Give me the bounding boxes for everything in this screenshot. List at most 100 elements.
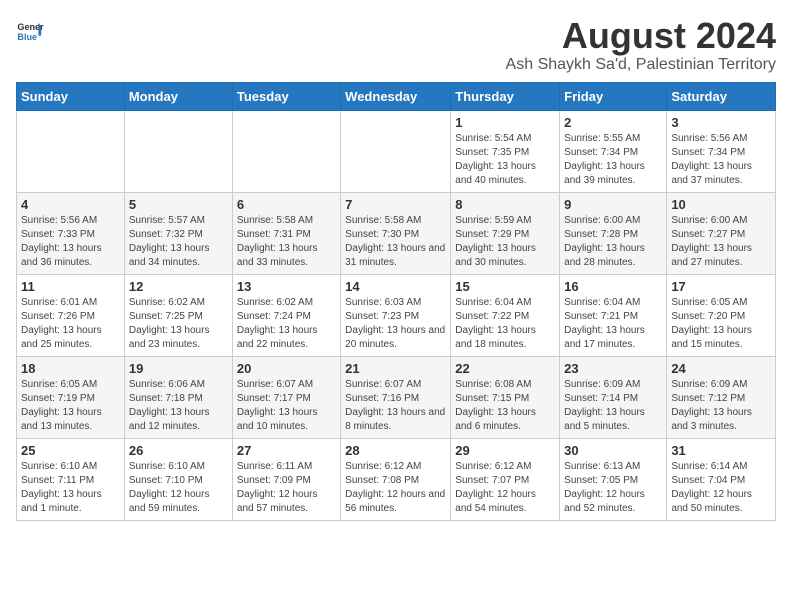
day-info: Sunrise: 5:56 AMSunset: 7:34 PMDaylight:… xyxy=(671,132,771,188)
subtitle: Ash Shaykh Sa'd, Palestinian Territory xyxy=(506,56,776,74)
day-info: Sunrise: 5:55 AMSunset: 7:34 PMDaylight:… xyxy=(564,132,662,188)
calendar-cell: 30 Sunrise: 6:13 AMSunset: 7:05 PMDayligh… xyxy=(560,438,667,520)
day-info: Sunrise: 5:58 AMSunset: 7:30 PMDaylight:… xyxy=(345,214,446,270)
day-number: 12 xyxy=(129,279,228,294)
day-info: Sunrise: 6:07 AMSunset: 7:16 PMDaylight:… xyxy=(345,378,446,434)
calendar-cell: 20 Sunrise: 6:07 AMSunset: 7:17 PMDayligh… xyxy=(232,356,340,438)
day-number: 25 xyxy=(21,443,120,458)
calendar-cell: 10 Sunrise: 6:00 AMSunset: 7:27 PMDayligh… xyxy=(667,192,776,274)
calendar-cell: 4Sunrise: 5:56 AMSunset: 7:33 PMDaylight… xyxy=(17,192,125,274)
day-info: Sunrise: 6:04 AMSunset: 7:22 PMDaylight:… xyxy=(455,296,555,352)
day-info: Sunrise: 6:01 AMSunset: 7:26 PMDaylight:… xyxy=(21,296,120,352)
day-info: Sunrise: 5:58 AMSunset: 7:31 PMDaylight:… xyxy=(237,214,336,270)
day-info: Sunrise: 6:00 AMSunset: 7:27 PMDaylight:… xyxy=(671,214,771,270)
day-info: Sunrise: 6:03 AMSunset: 7:23 PMDaylight:… xyxy=(345,296,446,352)
calendar-cell: 17 Sunrise: 6:05 AMSunset: 7:20 PMDayligh… xyxy=(667,274,776,356)
day-number: 23 xyxy=(564,361,662,376)
calendar-cell xyxy=(341,110,451,192)
calendar-cell: 8Sunrise: 5:59 AMSunset: 7:29 PMDaylight… xyxy=(451,192,560,274)
weekday-header: Wednesday xyxy=(341,82,451,110)
calendar-cell: 11 Sunrise: 6:01 AMSunset: 7:26 PMDayligh… xyxy=(17,274,125,356)
calendar-cell: 23 Sunrise: 6:09 AMSunset: 7:14 PMDayligh… xyxy=(560,356,667,438)
calendar-cell: 16Sunrise: 6:04 AMSunset: 7:21 PMDayligh… xyxy=(560,274,667,356)
weekday-header: Friday xyxy=(560,82,667,110)
svg-text:Blue: Blue xyxy=(17,32,37,42)
day-number: 15 xyxy=(455,279,555,294)
calendar-cell: 3 Sunrise: 5:56 AMSunset: 7:34 PMDaylight… xyxy=(667,110,776,192)
day-number: 28 xyxy=(345,443,446,458)
day-number: 27 xyxy=(237,443,336,458)
calendar-cell: 7Sunrise: 5:58 AMSunset: 7:30 PMDaylight… xyxy=(341,192,451,274)
day-info: Sunrise: 5:56 AMSunset: 7:33 PMDaylight:… xyxy=(21,214,120,270)
calendar-cell: 28 Sunrise: 6:12 AMSunset: 7:08 PMDayligh… xyxy=(341,438,451,520)
day-info: Sunrise: 6:13 AMSunset: 7:05 PMDaylight:… xyxy=(564,460,662,516)
day-number: 6 xyxy=(237,197,336,212)
calendar-cell: 5 Sunrise: 5:57 AMSunset: 7:32 PMDaylight… xyxy=(124,192,232,274)
day-number: 10 xyxy=(671,197,771,212)
weekday-header: Thursday xyxy=(451,82,560,110)
day-info: Sunrise: 5:54 AMSunset: 7:35 PMDaylight:… xyxy=(455,132,555,188)
day-info: Sunrise: 6:12 AMSunset: 7:08 PMDaylight:… xyxy=(345,460,446,516)
calendar-cell xyxy=(232,110,340,192)
calendar-cell: 12 Sunrise: 6:02 AMSunset: 7:25 PMDayligh… xyxy=(124,274,232,356)
day-number: 22 xyxy=(455,361,555,376)
calendar-cell: 26 Sunrise: 6:10 AMSunset: 7:10 PMDayligh… xyxy=(124,438,232,520)
calendar-table: SundayMondayTuesdayWednesdayThursdayFrid… xyxy=(16,82,776,521)
calendar-week-row: 18 Sunrise: 6:05 AMSunset: 7:19 PMDayligh… xyxy=(17,356,776,438)
day-number: 2 xyxy=(564,115,662,130)
calendar-week-row: 4Sunrise: 5:56 AMSunset: 7:33 PMDaylight… xyxy=(17,192,776,274)
day-info: Sunrise: 6:00 AMSunset: 7:28 PMDaylight:… xyxy=(564,214,662,270)
day-number: 11 xyxy=(21,279,120,294)
day-info: Sunrise: 6:09 AMSunset: 7:14 PMDaylight:… xyxy=(564,378,662,434)
calendar-cell: 1 Sunrise: 5:54 AMSunset: 7:35 PMDaylight… xyxy=(451,110,560,192)
main-title: August 2024 xyxy=(506,16,776,56)
day-info: Sunrise: 6:11 AMSunset: 7:09 PMDaylight:… xyxy=(237,460,336,516)
day-number: 24 xyxy=(671,361,771,376)
day-number: 14 xyxy=(345,279,446,294)
calendar-cell: 15 Sunrise: 6:04 AMSunset: 7:22 PMDayligh… xyxy=(451,274,560,356)
day-number: 29 xyxy=(455,443,555,458)
weekday-header: Saturday xyxy=(667,82,776,110)
day-info: Sunrise: 5:57 AMSunset: 7:32 PMDaylight:… xyxy=(129,214,228,270)
day-number: 17 xyxy=(671,279,771,294)
calendar-cell: 21Sunrise: 6:07 AMSunset: 7:16 PMDayligh… xyxy=(341,356,451,438)
day-info: Sunrise: 6:02 AMSunset: 7:25 PMDaylight:… xyxy=(129,296,228,352)
calendar-cell xyxy=(17,110,125,192)
day-number: 20 xyxy=(237,361,336,376)
calendar-cell: 22 Sunrise: 6:08 AMSunset: 7:15 PMDayligh… xyxy=(451,356,560,438)
day-info: Sunrise: 6:04 AMSunset: 7:21 PMDaylight:… xyxy=(564,296,662,352)
day-number: 13 xyxy=(237,279,336,294)
calendar-cell: 27 Sunrise: 6:11 AMSunset: 7:09 PMDayligh… xyxy=(232,438,340,520)
weekday-header: Sunday xyxy=(17,82,125,110)
day-number: 8 xyxy=(455,197,555,212)
title-area: August 2024 Ash Shaykh Sa'd, Palestinian… xyxy=(506,16,776,74)
logo-icon: General Blue xyxy=(16,16,44,44)
calendar-cell: 29 Sunrise: 6:12 AMSunset: 7:07 PMDayligh… xyxy=(451,438,560,520)
day-number: 9 xyxy=(564,197,662,212)
calendar-cell: 25 Sunrise: 6:10 AMSunset: 7:11 PMDayligh… xyxy=(17,438,125,520)
day-number: 30 xyxy=(564,443,662,458)
logo: General Blue xyxy=(16,16,44,44)
day-info: Sunrise: 6:02 AMSunset: 7:24 PMDaylight:… xyxy=(237,296,336,352)
day-number: 1 xyxy=(455,115,555,130)
day-number: 3 xyxy=(671,115,771,130)
day-info: Sunrise: 6:06 AMSunset: 7:18 PMDaylight:… xyxy=(129,378,228,434)
day-info: Sunrise: 6:08 AMSunset: 7:15 PMDaylight:… xyxy=(455,378,555,434)
calendar-cell: 19Sunrise: 6:06 AMSunset: 7:18 PMDayligh… xyxy=(124,356,232,438)
calendar-cell: 9 Sunrise: 6:00 AMSunset: 7:28 PMDaylight… xyxy=(560,192,667,274)
day-info: Sunrise: 6:05 AMSunset: 7:19 PMDaylight:… xyxy=(21,378,120,434)
day-info: Sunrise: 6:10 AMSunset: 7:10 PMDaylight:… xyxy=(129,460,228,516)
day-info: Sunrise: 6:05 AMSunset: 7:20 PMDaylight:… xyxy=(671,296,771,352)
day-number: 18 xyxy=(21,361,120,376)
calendar-cell: 18 Sunrise: 6:05 AMSunset: 7:19 PMDayligh… xyxy=(17,356,125,438)
day-info: Sunrise: 6:10 AMSunset: 7:11 PMDaylight:… xyxy=(21,460,120,516)
day-info: Sunrise: 6:07 AMSunset: 7:17 PMDaylight:… xyxy=(237,378,336,434)
calendar-cell: 6 Sunrise: 5:58 AMSunset: 7:31 PMDaylight… xyxy=(232,192,340,274)
calendar-cell: 14 Sunrise: 6:03 AMSunset: 7:23 PMDayligh… xyxy=(341,274,451,356)
day-number: 5 xyxy=(129,197,228,212)
day-info: Sunrise: 6:14 AMSunset: 7:04 PMDaylight:… xyxy=(671,460,771,516)
header-row: SundayMondayTuesdayWednesdayThursdayFrid… xyxy=(17,82,776,110)
day-info: Sunrise: 6:12 AMSunset: 7:07 PMDaylight:… xyxy=(455,460,555,516)
day-number: 26 xyxy=(129,443,228,458)
calendar-week-row: 11 Sunrise: 6:01 AMSunset: 7:26 PMDayligh… xyxy=(17,274,776,356)
